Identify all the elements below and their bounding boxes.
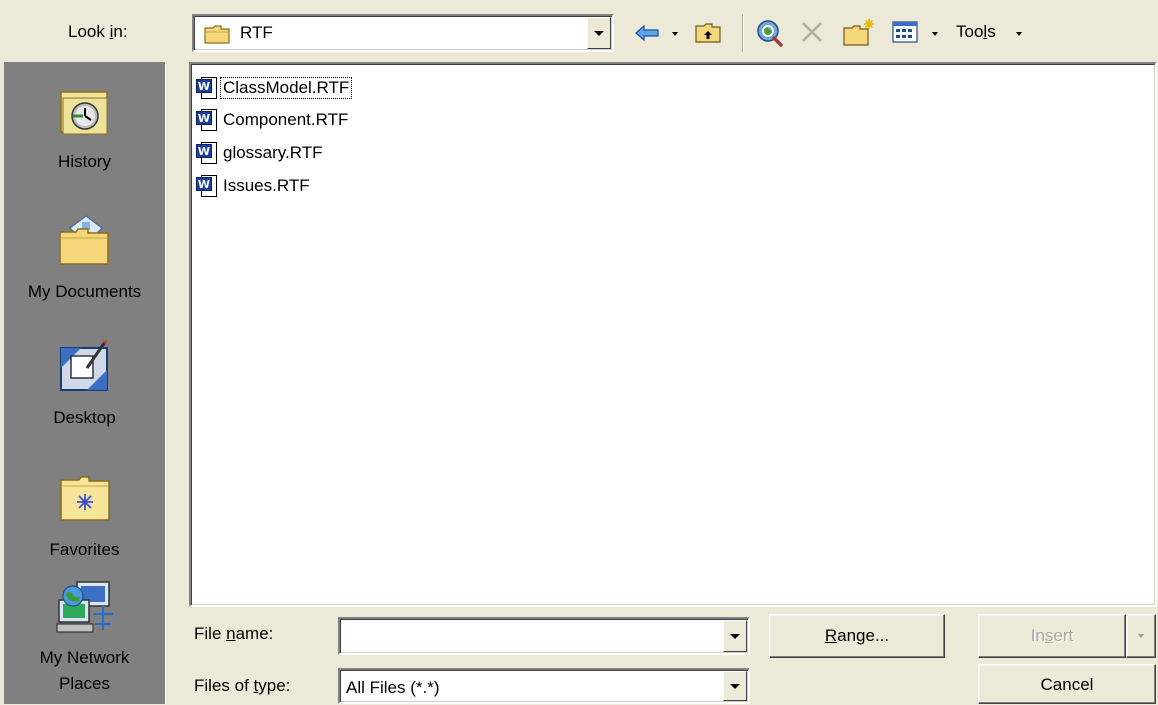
list-item[interactable]: W ClassModel.RTF [196, 75, 353, 101]
file-name: Issues.RTF [223, 176, 310, 195]
place-my-network-places[interactable]: My Network Places [4, 580, 165, 704]
chevron-down-icon [1016, 32, 1022, 36]
back-button[interactable] [632, 23, 664, 45]
word-document-icon: W [196, 109, 217, 131]
my-documents-icon [59, 215, 109, 265]
word-document-icon: W [196, 175, 217, 197]
look-in-dropdown-button[interactable] [587, 17, 611, 49]
word-document-icon: W [196, 142, 217, 164]
look-in-value: RTF [240, 23, 273, 42]
views-icon [892, 21, 918, 43]
history-icon [60, 91, 108, 135]
new-folder-icon [843, 19, 874, 46]
file-name: Component.RTF [223, 110, 349, 129]
files-of-type-dropdown[interactable]: All Files (*.*) [338, 668, 750, 704]
files-of-type-label: Files of type: [194, 676, 291, 695]
place-history[interactable]: History [4, 82, 165, 192]
file-name: ClassModel.RTF [219, 77, 353, 99]
list-item[interactable]: W Component.RTF [196, 107, 350, 133]
place-desktop-label: Desktop [53, 408, 116, 427]
look-in-label: Look in: [68, 22, 128, 41]
file-list[interactable] [189, 62, 1157, 607]
back-dropdown[interactable] [672, 32, 682, 40]
delete-icon [802, 22, 822, 42]
insert-dropdown-button[interactable] [1126, 614, 1156, 658]
places-bar: History My Documents Desktop Favorites M… [4, 62, 166, 704]
insert-button[interactable]: Insert [978, 614, 1126, 658]
chevron-down-icon [932, 32, 938, 36]
file-name-label: File name: [194, 624, 274, 643]
files-of-type-value: All Files (*.*) [346, 678, 440, 697]
folder-icon [204, 24, 230, 49]
range-button[interactable]: Range... [769, 614, 945, 658]
back-arrow-icon [635, 24, 659, 42]
chevron-down-icon [730, 633, 740, 639]
look-in-dropdown[interactable]: RTF [192, 14, 614, 52]
views-button[interactable] [892, 20, 920, 46]
network-places-icon [56, 581, 113, 633]
file-name-dropdown-button[interactable] [723, 620, 747, 652]
place-history-label: History [58, 152, 111, 171]
tools-menu[interactable]: Tools [956, 22, 996, 42]
chevron-down-icon [594, 30, 604, 36]
list-item[interactable]: W Issues.RTF [196, 173, 312, 199]
tools-dropdown-arrow[interactable] [1016, 32, 1026, 40]
favorites-icon [60, 476, 110, 521]
file-name-input[interactable] [338, 617, 750, 655]
toolbar-separator [742, 14, 744, 52]
place-network-label-1: My Network [39, 648, 130, 667]
desktop-icon [60, 340, 108, 391]
place-my-documents[interactable]: My Documents [4, 212, 165, 322]
place-network-label-2: Places [58, 674, 111, 693]
create-new-folder-button[interactable] [842, 18, 876, 48]
word-document-icon: W [196, 77, 217, 99]
file-name: glossary.RTF [223, 143, 323, 162]
up-folder-icon [695, 23, 721, 43]
place-favorites-label: Favorites [49, 540, 120, 559]
chevron-down-icon [1138, 634, 1144, 638]
search-web-button[interactable] [754, 18, 786, 48]
up-one-level-button[interactable] [694, 20, 724, 46]
place-favorites[interactable]: Favorites [4, 468, 165, 578]
views-dropdown[interactable] [932, 32, 942, 40]
chevron-down-icon [730, 683, 740, 689]
cancel-button[interactable]: Cancel [978, 664, 1156, 704]
place-my-documents-label: My Documents [27, 282, 142, 301]
list-item[interactable]: W glossary.RTF [196, 140, 325, 166]
chevron-down-icon [672, 32, 678, 36]
place-desktop[interactable]: Desktop [4, 336, 165, 446]
search-web-icon [757, 20, 783, 47]
delete-button[interactable] [798, 18, 828, 48]
files-of-type-dropdown-button[interactable] [723, 671, 747, 701]
